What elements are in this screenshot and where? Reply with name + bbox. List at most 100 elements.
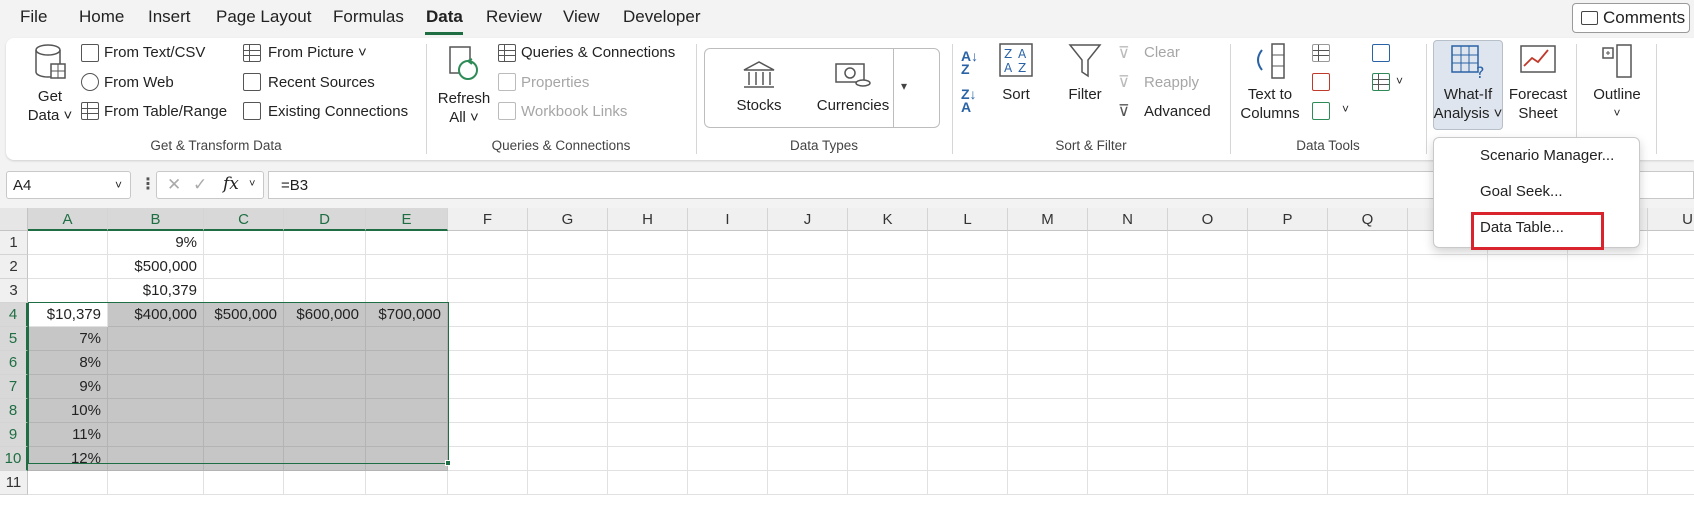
cell-t5[interactable] (1568, 327, 1648, 351)
cell-a11[interactable] (28, 471, 108, 495)
data-model-icon[interactable] (1372, 73, 1390, 91)
cell-l8[interactable] (928, 399, 1008, 423)
tab-developer[interactable]: Developer (623, 7, 701, 27)
cell-f7[interactable] (448, 375, 528, 399)
row-header-6[interactable]: 6 (0, 351, 28, 375)
cell-a6[interactable]: 8% (28, 351, 108, 375)
cell-q1[interactable] (1328, 231, 1408, 255)
data-validation-icon[interactable] (1312, 102, 1330, 120)
cell-q6[interactable] (1328, 351, 1408, 375)
cell-t7[interactable] (1568, 375, 1648, 399)
cell-l2[interactable] (928, 255, 1008, 279)
remove-duplicates-icon[interactable] (1312, 73, 1330, 91)
column-header-k[interactable]: K (848, 208, 928, 231)
row-header-5[interactable]: 5 (0, 327, 28, 351)
tab-home[interactable]: Home (79, 7, 124, 27)
cell-g2[interactable] (528, 255, 608, 279)
cell-i7[interactable] (688, 375, 768, 399)
gallery-expand-icon[interactable]: ▾ (901, 79, 907, 93)
cell-g9[interactable] (528, 423, 608, 447)
properties-button[interactable]: Properties (521, 74, 589, 91)
sort-az-icon[interactable]: A↓ Z (961, 49, 978, 76)
cell-a3[interactable] (28, 279, 108, 303)
cell-j1[interactable] (768, 231, 848, 255)
cell-a1[interactable] (28, 231, 108, 255)
data-model-chevron-icon[interactable]: ˅ (1396, 74, 1403, 88)
cell-g8[interactable] (528, 399, 608, 423)
cell-k7[interactable] (848, 375, 928, 399)
tab-view[interactable]: View (563, 7, 600, 27)
cell-b4[interactable]: $400,000 (108, 303, 204, 327)
consolidate-icon[interactable] (1372, 44, 1390, 62)
cell-j9[interactable] (768, 423, 848, 447)
cell-u11[interactable] (1648, 471, 1694, 495)
sort-button[interactable]: Z A A Z Sort (996, 42, 1036, 104)
cell-h1[interactable] (608, 231, 688, 255)
cell-p5[interactable] (1248, 327, 1328, 351)
row-header-7[interactable]: 7 (0, 375, 28, 399)
cell-k11[interactable] (848, 471, 928, 495)
cell-c8[interactable] (204, 399, 284, 423)
cell-i6[interactable] (688, 351, 768, 375)
cell-u7[interactable] (1648, 375, 1694, 399)
get-data-button[interactable]: Get Data ˅ (24, 42, 76, 125)
from-web-button[interactable]: From Web (104, 74, 174, 91)
cell-p8[interactable] (1248, 399, 1328, 423)
cell-b2[interactable]: $500,000 (108, 255, 204, 279)
column-header-o[interactable]: O (1168, 208, 1248, 231)
cell-l10[interactable] (928, 447, 1008, 471)
cell-f9[interactable] (448, 423, 528, 447)
reapply-button[interactable]: Reapply (1144, 74, 1199, 91)
cell-f8[interactable] (448, 399, 528, 423)
goal-seek-item[interactable]: Goal Seek... (1480, 183, 1563, 200)
cell-m1[interactable] (1008, 231, 1088, 255)
cell-p7[interactable] (1248, 375, 1328, 399)
cell-o7[interactable] (1168, 375, 1248, 399)
cell-m10[interactable] (1008, 447, 1088, 471)
cell-l5[interactable] (928, 327, 1008, 351)
from-text-csv-button[interactable]: From Text/CSV (104, 44, 205, 61)
column-header-b[interactable]: B (108, 208, 204, 231)
cell-a8[interactable]: 10% (28, 399, 108, 423)
tab-data[interactable]: Data (426, 7, 463, 27)
data-validation-chevron-icon[interactable]: ˅ (1342, 102, 1349, 116)
cell-c1[interactable] (204, 231, 284, 255)
cell-b10[interactable] (108, 447, 204, 471)
cell-e7[interactable] (366, 375, 448, 399)
cell-e2[interactable] (366, 255, 448, 279)
cell-c10[interactable] (204, 447, 284, 471)
cell-k3[interactable] (848, 279, 928, 303)
row-header-8[interactable]: 8 (0, 399, 28, 423)
cell-c7[interactable] (204, 375, 284, 399)
cell-l1[interactable] (928, 231, 1008, 255)
cell-r5[interactable] (1408, 327, 1488, 351)
cell-j11[interactable] (768, 471, 848, 495)
cell-i5[interactable] (688, 327, 768, 351)
cell-g11[interactable] (528, 471, 608, 495)
cell-e4[interactable]: $700,000 (366, 303, 448, 327)
cell-o11[interactable] (1168, 471, 1248, 495)
cell-s10[interactable] (1488, 447, 1568, 471)
cell-d11[interactable] (284, 471, 366, 495)
cell-p4[interactable] (1248, 303, 1328, 327)
row-header-10[interactable]: 10 (0, 447, 28, 471)
cell-c9[interactable] (204, 423, 284, 447)
row-header-1[interactable]: 1 (0, 231, 28, 255)
cell-t9[interactable] (1568, 423, 1648, 447)
cell-n5[interactable] (1088, 327, 1168, 351)
cell-s3[interactable] (1488, 279, 1568, 303)
cell-m2[interactable] (1008, 255, 1088, 279)
cell-d7[interactable] (284, 375, 366, 399)
cell-d1[interactable] (284, 231, 366, 255)
cell-b5[interactable] (108, 327, 204, 351)
cell-e3[interactable] (366, 279, 448, 303)
column-header-j[interactable]: J (768, 208, 848, 231)
cell-e11[interactable] (366, 471, 448, 495)
cell-j8[interactable] (768, 399, 848, 423)
cell-e1[interactable] (366, 231, 448, 255)
cell-p6[interactable] (1248, 351, 1328, 375)
cell-g3[interactable] (528, 279, 608, 303)
cell-l3[interactable] (928, 279, 1008, 303)
cell-k6[interactable] (848, 351, 928, 375)
column-header-h[interactable]: H (608, 208, 688, 231)
